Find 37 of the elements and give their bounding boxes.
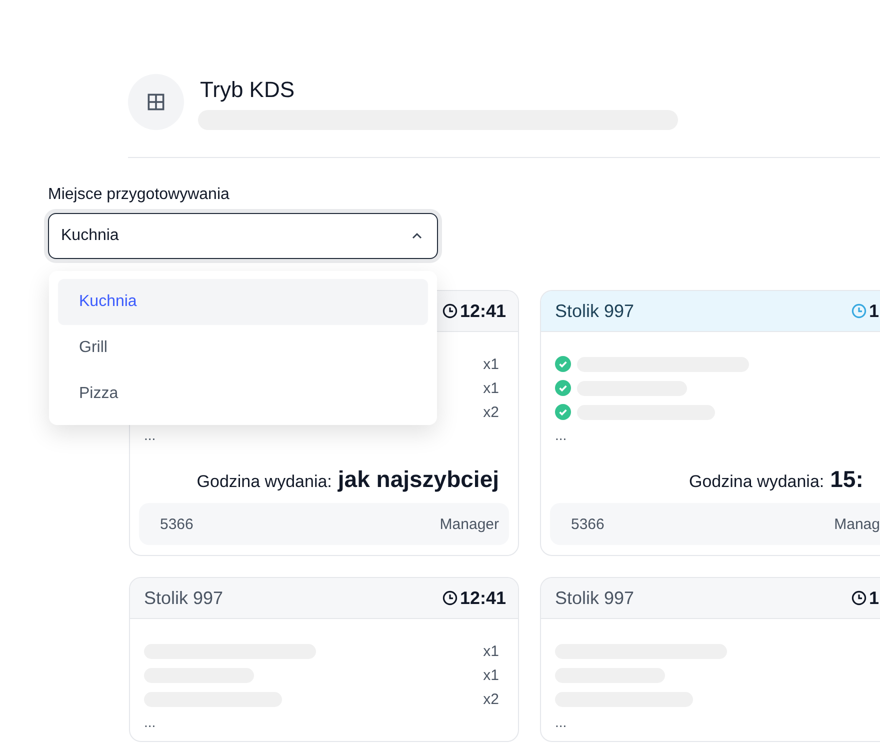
dropdown-option[interactable]: Pizza [58,371,428,417]
table-label: Stolik 997 [144,588,224,608]
table-label: Stolik 997 [555,588,634,608]
quantity: x2 [483,690,499,708]
order-time: 12:41 [460,300,506,322]
dropdown-option[interactable]: Kuchnia [58,279,428,325]
quantity: x2 [483,404,499,420]
table-label: Stolik 997 [555,300,634,322]
more-indicator: ... [555,713,568,731]
order-number: 5366 [571,516,604,532]
quantity: x1 [483,666,499,684]
check-icon [555,380,571,396]
page-title: Tryb KDS [200,76,296,104]
quantity: x1 [483,356,499,372]
more-indicator: ... [144,713,157,731]
field-label: Miejsce przygotowywania [48,185,230,205]
clock-icon [442,303,458,319]
clock-icon [850,303,867,319]
user-name: Manag [834,516,880,532]
check-icon [555,356,571,372]
due-time: jak najszybciej [338,466,499,493]
quantity: x1 [483,380,499,396]
due-label: Godzina wydania: [196,472,332,492]
clock-icon [850,590,867,606]
order-time: 1 [868,300,879,322]
quantity: x1 [483,642,499,660]
more-indicator: ... [555,426,568,444]
order-time: 1 [868,588,879,608]
check-icon [555,404,571,420]
order-time: 12:41 [460,588,506,608]
due-label: Godzina wydania: [689,472,824,492]
more-indicator: ... [144,426,157,444]
due-time: 15: [830,466,864,493]
dropdown-option[interactable]: Grill [58,325,428,371]
clock-icon [442,590,458,606]
user-name: Manager [440,516,499,532]
order-number: 5366 [160,516,194,532]
